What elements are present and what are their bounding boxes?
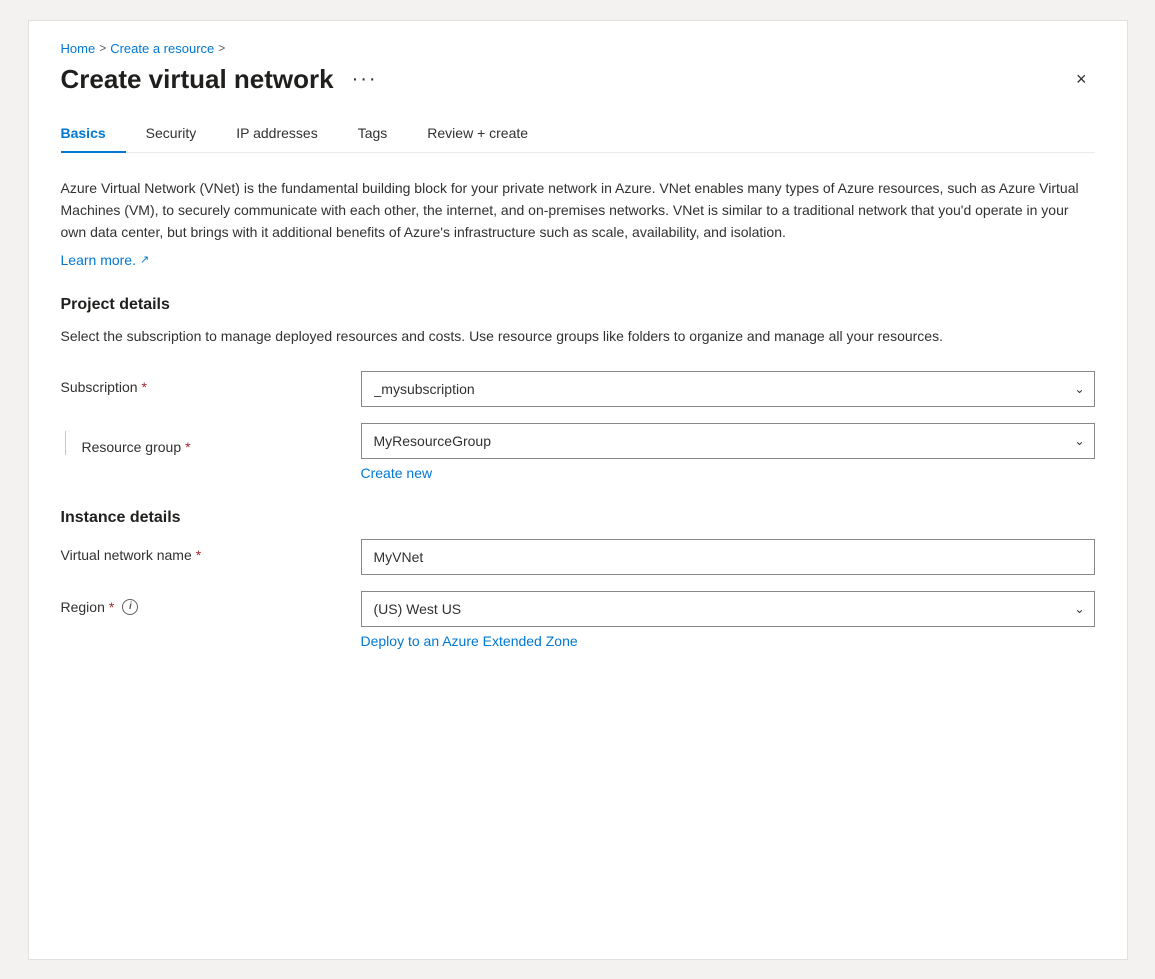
instance-details-section: Instance details Virtual network name * … xyxy=(61,509,1095,649)
region-control-col: (US) West US ⌄ Deploy to an Azure Extend… xyxy=(361,591,1095,649)
project-details-desc: Select the subscription to manage deploy… xyxy=(61,326,1081,347)
header-left: Create virtual network ··· xyxy=(61,64,384,95)
breadcrumb-create-resource[interactable]: Create a resource xyxy=(110,41,214,56)
resource-group-select[interactable]: MyResourceGroup xyxy=(361,423,1095,459)
more-button[interactable]: ··· xyxy=(346,66,384,93)
tab-security[interactable]: Security xyxy=(126,115,217,153)
vnet-description: Azure Virtual Network (VNet) is the fund… xyxy=(61,177,1081,244)
tab-ip-addresses[interactable]: IP addresses xyxy=(216,115,337,153)
subscription-row: Subscription * _mysubscription ⌄ xyxy=(61,371,1095,407)
tab-tags[interactable]: Tags xyxy=(338,115,408,153)
breadcrumb-sep1: > xyxy=(99,41,106,55)
subscription-select[interactable]: _mysubscription xyxy=(361,371,1095,407)
project-details-title: Project details xyxy=(61,296,1095,314)
region-label-col: Region * i xyxy=(61,591,361,615)
create-vnet-panel: Home > Create a resource > Create virtua… xyxy=(28,20,1128,960)
learn-more-link[interactable]: Learn more. ↗ xyxy=(61,252,150,268)
header-row: Create virtual network ··· × xyxy=(61,64,1095,95)
resource-group-indent: Resource group * xyxy=(65,431,361,455)
breadcrumb-sep2: > xyxy=(218,41,225,55)
vnet-name-input[interactable] xyxy=(361,539,1095,575)
resource-group-label-col: Resource group * xyxy=(61,423,361,455)
create-new-link[interactable]: Create new xyxy=(361,465,1095,481)
deploy-extended-zone-link[interactable]: Deploy to an Azure Extended Zone xyxy=(361,633,1095,649)
external-link-icon: ↗ xyxy=(140,253,149,266)
resource-group-row: Resource group * MyResourceGroup ⌄ Creat… xyxy=(61,423,1095,481)
subscription-label-col: Subscription * xyxy=(61,371,361,395)
breadcrumb-home[interactable]: Home xyxy=(61,41,96,56)
region-select-wrapper: (US) West US ⌄ xyxy=(361,591,1095,627)
resource-group-control-col: MyResourceGroup ⌄ Create new xyxy=(361,423,1095,481)
region-select[interactable]: (US) West US xyxy=(361,591,1095,627)
vnet-name-row: Virtual network name * xyxy=(61,539,1095,575)
region-info-icon[interactable]: i xyxy=(122,599,138,615)
instance-details-title: Instance details xyxy=(61,509,1095,527)
resource-group-select-wrapper: MyResourceGroup ⌄ xyxy=(361,423,1095,459)
vnet-name-label: Virtual network name * xyxy=(61,547,361,563)
resource-group-label: Resource group * xyxy=(82,439,191,455)
page-title: Create virtual network xyxy=(61,64,334,95)
region-label: Region * i xyxy=(61,599,361,615)
subscription-label: Subscription * xyxy=(61,379,361,395)
close-button[interactable]: × xyxy=(1068,65,1095,94)
project-details-section: Project details Select the subscription … xyxy=(61,296,1095,481)
subscription-select-wrapper: _mysubscription ⌄ xyxy=(361,371,1095,407)
tab-review-create[interactable]: Review + create xyxy=(407,115,548,153)
breadcrumb: Home > Create a resource > xyxy=(61,41,1095,56)
vnet-name-required: * xyxy=(196,547,201,563)
vnet-name-control-col xyxy=(361,539,1095,575)
tabs-container: Basics Security IP addresses Tags Review… xyxy=(61,115,1095,153)
region-row: Region * i (US) West US ⌄ Deploy to an A… xyxy=(61,591,1095,649)
region-required: * xyxy=(109,599,114,615)
vnet-name-label-col: Virtual network name * xyxy=(61,539,361,563)
subscription-required: * xyxy=(142,379,147,395)
resource-group-required: * xyxy=(185,439,190,455)
subscription-control-col: _mysubscription ⌄ xyxy=(361,371,1095,407)
tab-basics[interactable]: Basics xyxy=(61,115,126,153)
